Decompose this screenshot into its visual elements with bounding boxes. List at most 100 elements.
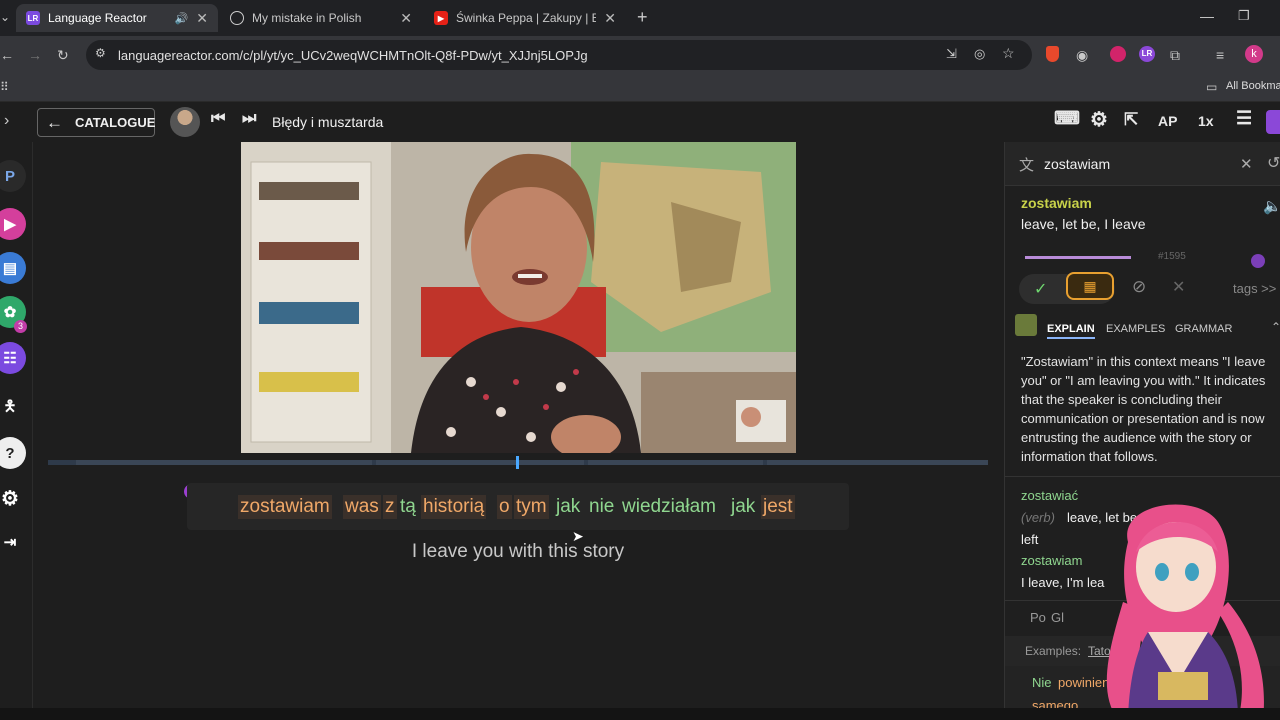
rail-settings-icon[interactable]: ⚙ bbox=[0, 482, 26, 514]
playback-speed-button[interactable]: 1x bbox=[1198, 113, 1214, 129]
search-input-value[interactable]: zostawiam bbox=[1044, 156, 1110, 172]
catalogue-button[interactable]: ← CATALOGUE bbox=[37, 108, 155, 137]
tab-explain[interactable]: EXPLAIN bbox=[1047, 323, 1095, 339]
video-title: Błędy i musztarda bbox=[272, 114, 384, 130]
tab-language-reactor[interactable]: LR Language Reactor 🔊 ✕ bbox=[16, 4, 218, 32]
subtitle-word[interactable]: historią bbox=[421, 495, 487, 519]
rail-logout-icon[interactable]: ⇥ bbox=[0, 526, 26, 558]
autopause-button[interactable]: AP bbox=[1158, 113, 1177, 129]
tracking-hidden-icon[interactable]: ◎ bbox=[974, 46, 985, 62]
subtitle-word[interactable]: jest bbox=[761, 495, 795, 519]
subtitle-word[interactable]: o bbox=[497, 495, 512, 519]
subtitle-word[interactable]: jak bbox=[554, 495, 582, 519]
dict-gloss-continued: left bbox=[1021, 532, 1039, 547]
subtitle-word[interactable]: jak bbox=[729, 495, 757, 519]
dictionary-search[interactable]: 文 zostawiam ✕ ↺ bbox=[1005, 142, 1280, 186]
tags-link[interactable]: tags >> bbox=[1233, 281, 1276, 296]
video-progress-bar[interactable] bbox=[48, 456, 988, 469]
back-icon[interactable]: ← bbox=[0, 45, 14, 65]
next-video-icon[interactable]: ⏭ bbox=[242, 110, 256, 128]
speaker-icon[interactable]: 🔈 bbox=[1263, 197, 1280, 215]
po-label[interactable]: Po bbox=[1030, 610, 1046, 625]
language-reactor-extension-icon[interactable]: LR bbox=[1139, 46, 1155, 62]
rail-help-icon[interactable]: ? bbox=[0, 437, 26, 469]
previous-video-icon[interactable]: ⏮ bbox=[211, 110, 225, 128]
vtuber-avatar-overlay bbox=[1106, 504, 1264, 720]
tab-search-chevron-icon[interactable]: ⌄ bbox=[0, 10, 10, 24]
learning-status-icon[interactable]: ▦ bbox=[1066, 272, 1114, 300]
subtitle-line: zostawiam was z tą historią o tym jak ni… bbox=[187, 483, 849, 530]
address-bar[interactable]: ⚙ languagereactor.com/c/pl/yt/yc_UCv2weq… bbox=[86, 40, 1032, 70]
mouse-cursor-icon: ➤ bbox=[572, 528, 584, 544]
profile-avatar[interactable]: k bbox=[1245, 45, 1263, 63]
brave-shield-icon[interactable] bbox=[1046, 46, 1059, 62]
ignore-word-icon[interactable]: ⊘ bbox=[1132, 277, 1146, 297]
bookmark-star-icon[interactable]: ☆ bbox=[1002, 45, 1015, 62]
subtitle-word[interactable]: tym bbox=[514, 495, 549, 519]
settings-gear-icon[interactable]: ⚙ bbox=[1090, 107, 1108, 132]
purple-dot-icon bbox=[1251, 254, 1265, 268]
history-icon[interactable]: ↺ bbox=[1267, 153, 1280, 173]
example-word[interactable]: Nie bbox=[1032, 675, 1052, 690]
rail-p-icon[interactable]: P bbox=[0, 160, 26, 192]
subtitle-word[interactable]: z bbox=[383, 495, 397, 519]
frequency-rank: #1595 bbox=[1158, 251, 1186, 262]
dict-pos: (verb) bbox=[1021, 510, 1055, 525]
divider bbox=[1005, 476, 1280, 477]
menu-lines-icon[interactable]: ☰ bbox=[1236, 108, 1252, 129]
expand-rail-icon[interactable]: › bbox=[4, 112, 9, 130]
video-frame[interactable] bbox=[241, 142, 796, 453]
maximize-window-icon[interactable]: ❐ bbox=[1238, 8, 1250, 24]
tab-examples[interactable]: EXAMPLES bbox=[1106, 323, 1165, 335]
apps-grid-icon[interactable]: ⠿ bbox=[0, 80, 9, 94]
extensions-puzzle-icon[interactable]: ⧉ bbox=[1170, 45, 1180, 65]
browser-tab-strip: ⌄ LR Language Reactor 🔊 ✕ My mistake in … bbox=[0, 0, 1280, 36]
tab-grammar[interactable]: GRAMMAR bbox=[1175, 323, 1232, 335]
collapse-chevron-icon[interactable]: ⌃ bbox=[1271, 320, 1280, 334]
reload-icon[interactable]: ↻ bbox=[57, 45, 69, 65]
all-bookmarks-label[interactable]: All Bookmar bbox=[1226, 80, 1280, 92]
catalogue-label: CATALOGUE bbox=[75, 115, 156, 130]
audio-playing-icon[interactable]: 🔊 bbox=[175, 12, 189, 25]
panel-toggle-icon[interactable] bbox=[1266, 110, 1280, 134]
reading-list-icon[interactable]: ≡ bbox=[1216, 45, 1224, 65]
rail-person-icon[interactable]: 🯅 bbox=[0, 392, 26, 424]
progress-segment bbox=[767, 460, 988, 465]
close-tab-icon[interactable]: ✕ bbox=[400, 10, 412, 27]
gl-label[interactable]: Gl bbox=[1051, 610, 1064, 625]
progress-segment bbox=[376, 460, 584, 465]
arrow-left-icon: ← bbox=[46, 112, 63, 132]
site-info-icon[interactable]: ⚙ bbox=[95, 46, 106, 60]
rail-list-icon[interactable]: ☷ bbox=[0, 342, 26, 374]
dismiss-icon[interactable]: ✕ bbox=[1172, 277, 1185, 297]
new-tab-icon[interactable]: + bbox=[637, 7, 648, 28]
channel-avatar[interactable] bbox=[170, 107, 200, 137]
app-header: › ← CATALOGUE ⏮ ⏭ Błędy i musztarda ⌨ ⚙ … bbox=[0, 102, 1280, 142]
close-tab-icon[interactable]: ✕ bbox=[604, 10, 616, 27]
share-export-icon[interactable]: ⇱ bbox=[1124, 110, 1138, 130]
ai-robot-icon bbox=[1015, 314, 1037, 336]
extension-incognito-icon[interactable]: ◉ bbox=[1076, 45, 1088, 65]
known-check-icon[interactable]: ✓ bbox=[1034, 279, 1047, 299]
close-tab-icon[interactable]: ✕ bbox=[196, 10, 208, 27]
tab-my-mistake[interactable]: My mistake in Polish ✕ bbox=[220, 4, 422, 32]
forward-icon[interactable]: → bbox=[28, 45, 42, 65]
minimize-window-icon[interactable]: — bbox=[1200, 8, 1214, 24]
clear-search-icon[interactable]: ✕ bbox=[1240, 155, 1253, 173]
video-scene bbox=[241, 142, 796, 453]
keyboard-shortcuts-icon[interactable]: ⌨ bbox=[1054, 108, 1080, 129]
extension-red-icon[interactable] bbox=[1110, 46, 1126, 62]
install-app-icon[interactable]: ⇲ bbox=[946, 46, 957, 62]
progress-playhead[interactable] bbox=[516, 456, 519, 469]
subtitle-word[interactable]: was bbox=[343, 495, 381, 519]
rail-chat-icon[interactable]: ▤ bbox=[0, 252, 26, 284]
subtitle-word[interactable]: wiedziałam bbox=[620, 495, 718, 519]
subtitle-word[interactable]: tą bbox=[398, 495, 418, 519]
subtitle-word[interactable]: zostawiam bbox=[238, 495, 332, 519]
rail-play-icon[interactable]: ▶ bbox=[0, 208, 26, 240]
headword-meaning: leave, let be, I leave bbox=[1021, 216, 1146, 232]
tab-swinka-peppa[interactable]: ▶ Świnka Peppa | Zakupy | Bajki P ✕ bbox=[424, 4, 626, 32]
subtitle-word[interactable]: nie bbox=[587, 495, 616, 519]
tab-title: Language Reactor bbox=[48, 11, 147, 25]
language-reactor-favicon-icon: LR bbox=[26, 11, 40, 25]
